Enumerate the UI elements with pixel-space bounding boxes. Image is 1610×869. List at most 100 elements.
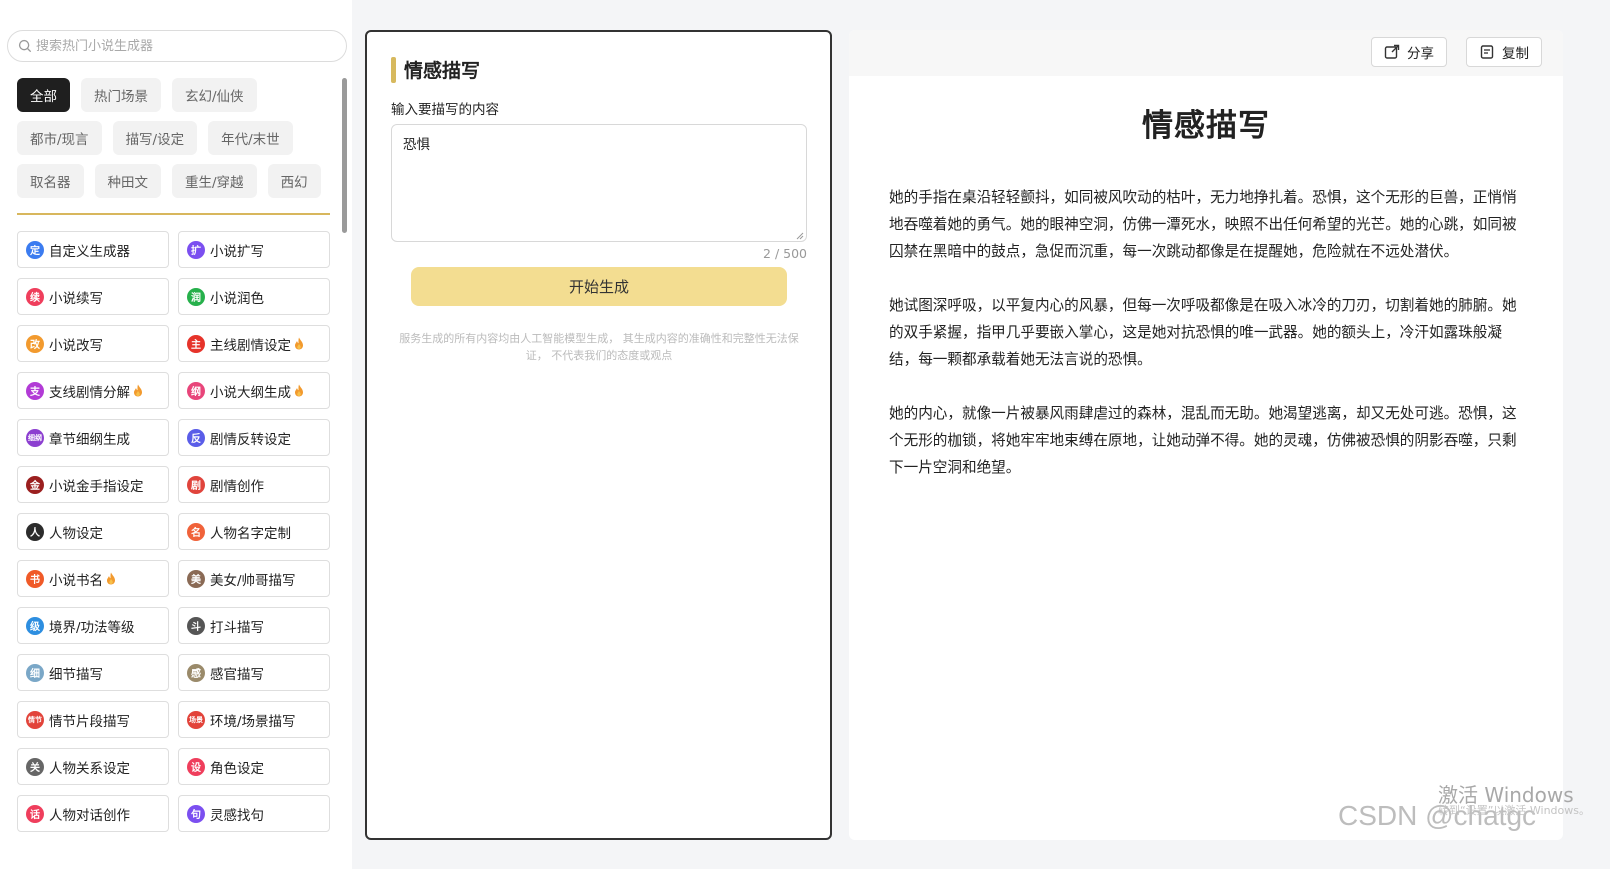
tool-button[interactable]: 名人物名字定制 [178, 513, 330, 550]
share-icon [1384, 44, 1400, 59]
category-tab[interactable]: 重生/穿越 [172, 164, 257, 198]
editor-heading: 情感描写 [391, 56, 480, 83]
polish-icon: 润 [187, 287, 205, 306]
expand-icon: 扩 [187, 240, 205, 259]
tool-button[interactable]: 情节 情节片段描写 [17, 701, 169, 738]
share-button[interactable]: 分享 [1371, 37, 1447, 67]
tool-label: 剧情反转设定 [210, 431, 291, 448]
input-label: 输入要描写的内容 [391, 102, 499, 118]
category-tab[interactable]: 全部 [17, 78, 70, 112]
output-paragraph: 她的内心，就像一片被暴风雨肆虐过的森林，混乱而无助。她渴望逃离，却又无处可逃。恐… [889, 405, 1517, 476]
hot-fire-icon [107, 572, 115, 585]
magnifier-icon: 细 [26, 663, 44, 682]
category-tab[interactable]: 都市/现言 [17, 121, 102, 155]
tool-label: 小说润色 [210, 290, 264, 307]
continue-icon: 续 [26, 287, 44, 306]
generator-sidebar: 全部热门场景玄幻/仙侠都市/现言描写/设定年代/末世取名器种田文重生/穿越西幻 … [0, 0, 352, 869]
tool-label: 角色设定 [210, 760, 264, 777]
tool-button[interactable]: 设角色设定 [178, 748, 330, 785]
tool-button[interactable]: 美美女/帅哥描写 [178, 560, 330, 597]
tool-button[interactable]: 金小说金手指设定 [17, 466, 169, 503]
tool-label: 小说续写 [49, 290, 103, 307]
fight-icon: 斗 [187, 616, 205, 635]
tool-button[interactable]: 扩小说扩写 [178, 231, 330, 268]
tool-label: 章节细纲生成 [49, 431, 130, 448]
tool-button[interactable]: 人人物设定 [17, 513, 169, 550]
category-tab[interactable]: 热门场景 [81, 78, 161, 112]
tool-button[interactable]: 剧剧情创作 [178, 466, 330, 503]
category-row: 全部 热门场景 玄幻/仙侠 [17, 78, 337, 112]
category-tab[interactable]: 西幻 [267, 164, 321, 198]
tool-button[interactable]: 细细节描写 [17, 654, 169, 691]
output-paragraph: 她的手指在桌沿轻轻颤抖，如同被风吹动的枯叶，无力地挣扎着。恐惧，这个无形的巨兽，… [889, 189, 1517, 260]
senses-icon: 感 [187, 663, 205, 682]
output-paragraph: 她试图深呼吸，以平复内心的风暴，但每一次呼吸都像是在吸入冰冷的刀刃，切割着她的肺… [889, 297, 1517, 368]
tool-button[interactable]: 感感官描写 [178, 654, 330, 691]
tool-button[interactable]: 级境界/功法等级 [17, 607, 169, 644]
tool-button[interactable]: 句灵感找句 [178, 795, 330, 832]
tool-button[interactable]: 改小说改写 [17, 325, 169, 362]
character-counter: 2 / 500 [763, 246, 807, 261]
tool-button[interactable]: 细纲 章节细纲生成 [17, 419, 169, 456]
portrait-icon: 美 [187, 569, 205, 588]
cheat-icon: 金 [26, 475, 44, 494]
character-avatar-icon: 人 [26, 522, 44, 541]
name-icon: 名 [187, 522, 205, 541]
dialogue-icon: 话 [26, 804, 44, 823]
tool-button[interactable]: 支支线剧情分解 [17, 372, 169, 409]
output-panel: 分享 复制 情感描写 她的手指在桌沿轻轻颤抖，如同被风吹动的枯叶，无力地挣扎着。… [849, 30, 1563, 840]
search-icon [18, 39, 32, 53]
tool-button[interactable]: 主主线剧情设定 [178, 325, 330, 362]
tool-button[interactable]: 反剧情反转设定 [178, 419, 330, 456]
tool-button[interactable]: 续小说续写 [17, 278, 169, 315]
tool-label: 感官描写 [210, 666, 264, 683]
scene-fragment-icon: 情节 [26, 710, 44, 729]
tool-label: 人物名字定制 [210, 525, 291, 542]
tool-label: 打斗描写 [210, 619, 264, 636]
tool-label: 情节片段描写 [49, 713, 130, 730]
tool-label: 小说大纲生成 [210, 384, 291, 401]
subplot-icon: 支 [26, 381, 44, 400]
category-row: 都市/现言 描写/设定 年代/末世 [17, 121, 337, 155]
tool-label: 小说书名 [49, 572, 103, 589]
tool-label: 美女/帅哥描写 [210, 572, 296, 589]
category-tabs: 全部 热门场景 玄幻/仙侠 都市/现言 描写/设定 年代/末世 取名器 种田文 重生/穿越 西幻 [17, 78, 337, 207]
tool-button[interactable]: 斗打斗描写 [178, 607, 330, 644]
windows-activation-hint: 转到“设置”以激活 Windows。 [1438, 804, 1590, 817]
sidebar-scrollbar[interactable] [342, 78, 347, 233]
mainline-icon: 主 [187, 334, 205, 353]
custom-icon: 定 [26, 240, 44, 259]
heading-accent-bar [391, 56, 396, 83]
category-tab[interactable]: 年代/末世 [208, 121, 293, 155]
tool-button[interactable]: 场景 环境/场景描写 [178, 701, 330, 738]
tool-grid: 定自定义生成器扩小说扩写续小说续写润小说润色改小说改写主主线剧情设定支支线剧情分… [17, 231, 331, 832]
tool-button[interactable]: 纲小说大纲生成 [178, 372, 330, 409]
tool-button[interactable]: 定自定义生成器 [17, 231, 169, 268]
output-title: 情感描写 [1142, 108, 1270, 144]
category-tab[interactable]: 种田文 [94, 164, 161, 198]
resize-grip-icon[interactable] [796, 232, 804, 240]
search-box[interactable] [7, 30, 347, 62]
tool-label: 人物设定 [49, 525, 103, 542]
category-divider [17, 213, 330, 215]
category-tab[interactable]: 取名器 [17, 164, 84, 198]
hot-fire-icon [295, 337, 303, 350]
tool-label: 细节描写 [49, 666, 103, 683]
tool-button[interactable]: 关人物关系设定 [17, 748, 169, 785]
book-title-icon: 书 [26, 569, 44, 588]
hot-fire-icon [134, 384, 142, 397]
tool-button[interactable]: 书小说书名 [17, 560, 169, 597]
generate-button[interactable]: 开始生成 [411, 267, 787, 306]
search-input[interactable] [36, 38, 316, 54]
content-textarea[interactable] [391, 124, 807, 242]
tool-button[interactable]: 润小说润色 [178, 278, 330, 315]
tool-label: 剧情创作 [210, 478, 264, 495]
category-tab[interactable]: 玄幻/仙侠 [172, 78, 257, 112]
tool-button[interactable]: 话人物对话创作 [17, 795, 169, 832]
category-tab[interactable]: 描写/设定 [112, 121, 198, 155]
environment-icon: 场景 [187, 710, 205, 729]
editor-title: 情感描写 [404, 60, 481, 82]
copy-button[interactable]: 复制 [1466, 37, 1542, 67]
tool-label: 灵感找句 [210, 807, 264, 824]
tool-label: 环境/场景描写 [210, 713, 296, 730]
